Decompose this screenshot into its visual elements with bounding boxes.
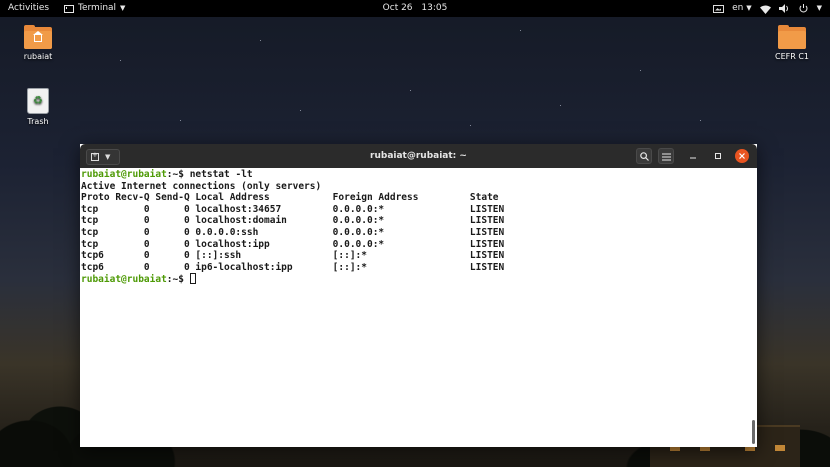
desktop-icon-label: rubaiat xyxy=(23,52,53,61)
scrollbar[interactable] xyxy=(752,420,755,444)
volume-icon[interactable] xyxy=(778,4,790,13)
trash-icon: ♻ xyxy=(27,88,49,114)
prompt-suffix: :~$ xyxy=(166,169,190,180)
table-header: Proto Recv-Q Send-Q Local Address Foreig… xyxy=(81,192,499,204)
minimize-button[interactable] xyxy=(685,148,701,164)
desktop-icon-home[interactable]: rubaiat xyxy=(3,25,73,61)
screenshot-icon[interactable] xyxy=(713,4,725,13)
maximize-button[interactable] xyxy=(710,148,726,164)
close-button[interactable] xyxy=(735,149,749,163)
search-button[interactable] xyxy=(636,148,652,164)
terminal-output[interactable]: rubaiat@rubaiat:~$ netstat -lt Active Int… xyxy=(80,168,757,447)
table-row: tcp 0 0 0.0.0.0:ssh 0.0.0.0:* LISTEN xyxy=(81,226,505,238)
table-row: tcp 0 0 localhost:34657 0.0.0.0:* LISTEN xyxy=(81,203,505,215)
terminal-titlebar[interactable]: ▼ rubaiat@rubaiat: ~ xyxy=(80,144,757,168)
hamburger-menu-button[interactable] xyxy=(658,148,674,164)
table-row: tcp6 0 0 ip6-localhost:ipp [::]:* LISTEN xyxy=(81,261,505,273)
language-indicator[interactable]: en ▼ xyxy=(732,0,752,17)
prompt-line[interactable]: rubaiat@rubaiat:~$ xyxy=(81,273,757,285)
home-folder-icon xyxy=(24,25,52,49)
chevron-down-icon[interactable]: ▼ xyxy=(817,0,822,17)
table-row: tcp 0 0 localhost:ipp 0.0.0.0:* LISTEN xyxy=(81,238,505,250)
output-header: Active Internet connections (only server… xyxy=(81,180,322,192)
command-text: netstat -lt xyxy=(189,169,253,180)
clock-date: Oct 26 xyxy=(382,3,413,13)
table-row: tcp6 0 0 [::]:ssh [::]:* LISTEN xyxy=(81,250,505,262)
hamburger-icon xyxy=(661,153,671,161)
terminal-window[interactable]: ▼ rubaiat@rubaiat: ~ rubaiat@rubaiat:~$ … xyxy=(80,144,757,447)
minimize-icon xyxy=(690,157,696,159)
command-line: rubaiat@rubaiat:~$ netstat -lt xyxy=(81,169,757,181)
desktop-icon-label: Trash xyxy=(27,117,49,126)
desktop-icon-trash[interactable]: ♻ Trash xyxy=(3,88,73,126)
search-icon xyxy=(639,152,649,161)
window-title: rubaiat@rubaiat: ~ xyxy=(370,151,467,161)
table-row: tcp 0 0 localhost:domain 0.0.0.0:* LISTE… xyxy=(81,215,505,227)
top-bar: Activities Terminal ▼ Oct 26 13:05 en ▼ … xyxy=(0,0,830,17)
desktop-icon-cefr[interactable]: CEFR C1 xyxy=(757,25,827,61)
power-icon[interactable] xyxy=(798,4,809,13)
prompt-user: rubaiat@rubaiat xyxy=(81,169,167,180)
clock[interactable]: Oct 26 13:05 xyxy=(0,0,830,17)
clock-time: 13:05 xyxy=(421,3,448,13)
prompt-user: rubaiat@rubaiat xyxy=(81,274,167,286)
wifi-icon[interactable] xyxy=(759,5,771,14)
system-tray[interactable]: en ▼ ▼ xyxy=(713,0,822,17)
maximize-icon xyxy=(715,153,721,159)
prompt-suffix: :~$ xyxy=(166,274,190,286)
desktop-icon-label: CEFR C1 xyxy=(774,52,810,61)
close-icon xyxy=(739,153,745,159)
text-cursor xyxy=(189,273,196,285)
folder-icon xyxy=(778,25,806,49)
